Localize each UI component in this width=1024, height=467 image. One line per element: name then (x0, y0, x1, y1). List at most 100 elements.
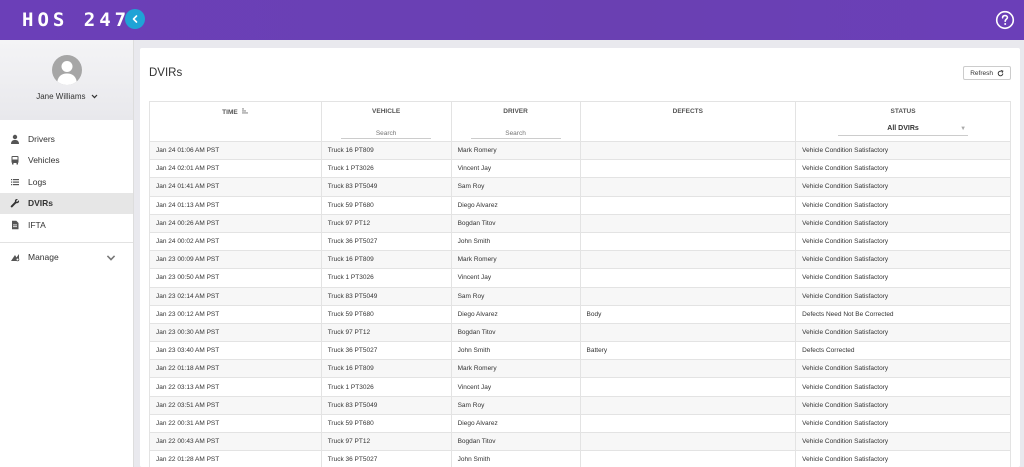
cell-vehicle: Truck 36 PT5027 (320, 450, 452, 467)
cell-driver: John Smith (450, 341, 581, 361)
column-label: TIME (222, 109, 238, 116)
column-header-time[interactable]: TIME (149, 101, 322, 142)
cell-defects (579, 450, 797, 467)
cell-vehicle: Truck 16 PT809 (320, 140, 452, 161)
sidebar-item-label: DVIRs (28, 198, 54, 209)
column-header-driver: DRIVER (450, 101, 581, 142)
sidebar-item-manage[interactable]: Manage (0, 247, 133, 269)
table-row[interactable]: Jan 23 02:14 AM PST Truck 83 PT5049 Sam Ro… (149, 286, 1011, 306)
top-bar: HOS 247 (0, 0, 1024, 40)
cell-vehicle: Truck 97 PT12 (320, 213, 452, 233)
sidebar-item-ifta[interactable]: IFTA (0, 214, 133, 236)
table-row[interactable]: Jan 24 00:26 AM PST Truck 97 PT12 Bogdan T… (149, 213, 1011, 233)
help-button[interactable] (995, 10, 1015, 30)
table-row[interactable]: Jan 24 01:06 AM PST Truck 16 PT809 Mark Ro… (149, 140, 1011, 161)
cell-defects (579, 231, 797, 252)
cell-time: Jan 23 00:50 AM PST (149, 268, 322, 288)
document-icon (12, 220, 19, 230)
table-row[interactable]: Jan 22 03:13 AM PST Truck 1 PT3026 Vincent… (149, 377, 1011, 397)
sidebar-item-label: IFTA (28, 219, 46, 230)
cell-defects (579, 286, 797, 306)
cell-driver: Diego Alvarez (450, 413, 581, 434)
table-row[interactable]: Jan 24 01:13 AM PST Truck 59 PT680 Diego A… (149, 195, 1011, 215)
cell-driver: Diego Alvarez (450, 195, 581, 215)
cell-defects (579, 177, 797, 197)
cell-driver: Mark Romery (450, 140, 581, 161)
cell-time: Jan 24 01:41 AM PST (149, 177, 322, 197)
cell-defects (579, 250, 797, 270)
cell-vehicle: Truck 59 PT680 (320, 304, 452, 324)
cell-defects: Body (579, 304, 797, 324)
cell-time: Jan 24 01:06 AM PST (149, 140, 322, 161)
cell-status: Vehicle Condition Satisfactory (795, 213, 1011, 233)
table-row[interactable]: Jan 23 00:09 AM PST Truck 16 PT809 Mark Ro… (149, 250, 1011, 270)
cell-status: Defects Need Not Be Corrected (795, 304, 1011, 324)
table-row[interactable]: Jan 24 00:02 AM PST Truck 36 PT5027 John S… (149, 231, 1011, 252)
table-row[interactable]: Jan 22 01:18 AM PST Truck 16 PT809 Mark Ro… (149, 359, 1011, 379)
cell-time: Jan 22 00:31 AM PST (149, 413, 322, 434)
cell-time: Jan 23 02:14 AM PST (149, 286, 322, 306)
sidebar-collapse-button[interactable] (125, 9, 145, 29)
bus-icon (11, 156, 19, 165)
column-label: DRIVER (503, 108, 528, 115)
sidebar-item-vehicles[interactable]: Vehicles (0, 150, 133, 172)
cell-vehicle: Truck 16 PT809 (320, 250, 452, 270)
cell-defects (579, 268, 797, 288)
column-header-defects: DEFECTS (579, 101, 797, 142)
driver-search-input[interactable] (470, 129, 561, 139)
vehicle-search-input[interactable] (341, 129, 432, 139)
cell-vehicle: Truck 36 PT5027 (320, 341, 452, 361)
cell-vehicle: Truck 1 PT3026 (320, 268, 452, 288)
app-logo[interactable]: HOS 247 (22, 9, 130, 31)
table-row[interactable]: Jan 23 00:50 AM PST Truck 1 PT3026 Vincent… (149, 268, 1011, 288)
status-filter-value: All DVIRs (887, 125, 919, 132)
column-header-status: STATUS All DVIRs ▼ (795, 101, 1011, 142)
refresh-label: Refresh (970, 69, 993, 77)
cell-status: Vehicle Condition Satisfactory (795, 377, 1011, 397)
cell-driver: Bogdan Titov (450, 213, 581, 233)
sidebar-item-drivers[interactable]: Drivers (0, 128, 133, 150)
cell-defects (579, 159, 797, 179)
user-menu-toggle[interactable]: Jane Williams (0, 92, 134, 101)
sidebar-item-label: Manage (28, 252, 59, 263)
table-row[interactable]: Jan 24 01:41 AM PST Truck 83 PT5049 Sam Ro… (149, 177, 1011, 197)
sidebar-item-logs[interactable]: Logs (0, 171, 133, 193)
manage-icon (11, 254, 20, 262)
sidebar: Jane Williams Drivers Vehicles Logs DVIR… (0, 40, 134, 467)
dvir-table: TIME VEHICLE DRIVER DEFECTS STA (149, 101, 1011, 467)
table-row[interactable]: Jan 22 01:28 AM PST Truck 36 PT5027 John S… (149, 450, 1011, 467)
cell-driver: John Smith (450, 450, 581, 467)
table-row[interactable]: Jan 24 02:01 AM PST Truck 1 PT3026 Vincent… (149, 159, 1011, 179)
cell-status: Vehicle Condition Satisfactory (795, 413, 1011, 434)
table-row[interactable]: Jan 23 00:30 AM PST Truck 97 PT12 Bogdan T… (149, 322, 1011, 343)
cell-vehicle: Truck 83 PT5049 (320, 286, 452, 306)
user-name: Jane Williams (36, 92, 86, 101)
cell-vehicle: Truck 83 PT5049 (320, 395, 452, 415)
cell-driver: Vincent Jay (450, 159, 581, 179)
cell-status: Vehicle Condition Satisfactory (795, 250, 1011, 270)
sidebar-item-label: Vehicles (28, 155, 60, 166)
cell-defects (579, 322, 797, 343)
list-icon (11, 178, 19, 185)
user-avatar-icon (52, 55, 82, 85)
table-row[interactable]: Jan 22 00:43 AM PST Truck 97 PT12 Bogdan T… (149, 431, 1011, 452)
sort-icon (241, 108, 248, 114)
chevron-left-icon (132, 15, 138, 23)
table-row[interactable]: Jan 22 00:31 AM PST Truck 59 PT680 Diego A… (149, 413, 1011, 434)
cell-time: Jan 23 00:09 AM PST (149, 250, 322, 270)
cell-status: Defects Corrected (795, 341, 1011, 361)
status-filter-select[interactable]: All DVIRs ▼ (838, 125, 969, 136)
help-circle-icon (995, 10, 1015, 30)
cell-time: Jan 24 00:02 AM PST (149, 231, 322, 252)
refresh-button[interactable]: Refresh (963, 66, 1011, 80)
table-row[interactable]: Jan 23 03:40 AM PST Truck 36 PT5027 John S… (149, 341, 1011, 361)
cell-vehicle: Truck 97 PT12 (320, 431, 452, 452)
column-label: VEHICLE (372, 108, 401, 115)
table-row[interactable]: Jan 23 00:12 AM PST Truck 59 PT680 Diego A… (149, 304, 1011, 324)
refresh-icon (997, 69, 1004, 76)
cell-time: Jan 23 00:12 AM PST (149, 304, 322, 324)
sidebar-item-dvirs[interactable]: DVIRs (0, 192, 133, 214)
chevron-down-icon (106, 253, 124, 265)
cell-driver: Vincent Jay (450, 268, 581, 288)
table-row[interactable]: Jan 22 03:51 AM PST Truck 83 PT5049 Sam Ro… (149, 395, 1011, 415)
